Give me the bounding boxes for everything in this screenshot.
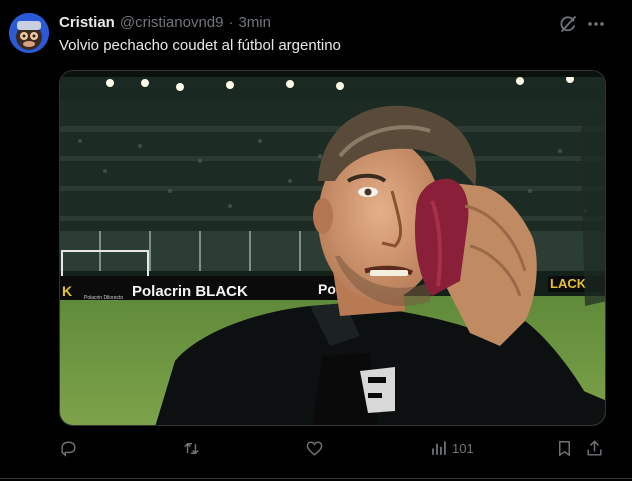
ad-board-small: Polacrin Dilorecto [84,295,123,301]
reply-icon [61,440,76,457]
views-count: 101 [452,440,474,456]
ad-board-4: LACK [550,276,587,291]
ad-board-2: Polacrin BLACK [132,283,248,300]
author-handle[interactable]: @cristianovnd9 [120,14,224,31]
tweet-header: Cristian @cristianovnd9 · 3min [59,14,271,34]
share-icon [587,440,602,456]
avatar[interactable] [9,13,49,53]
author-name[interactable]: Cristian [59,14,115,31]
ad-board-1: K [62,283,72,299]
bookmark-button[interactable] [555,437,574,459]
tweet-actions: 101 [59,437,606,461]
tweet[interactable]: Cristian @cristianovnd9 · 3min Volvio pe… [0,0,632,481]
views-button[interactable]: 101 [429,437,474,459]
tweet-media-photo[interactable]: K Polacrin BLACK Polacrin Dilorecto Pol … [59,70,606,426]
retweet-button[interactable] [182,437,201,459]
reply-button[interactable] [59,437,78,459]
grok-icon[interactable] [558,14,578,34]
bookmark-icon [559,440,570,456]
views-icon [432,440,446,455]
like-button[interactable] [305,437,324,459]
tweet-timestamp[interactable]: 3min [238,14,271,31]
share-button[interactable] [585,437,604,459]
retweet-icon [184,442,199,454]
separator-dot: · [228,14,234,31]
like-icon [306,440,323,456]
tweet-divider [0,478,632,479]
more-icon[interactable] [585,14,607,34]
tweet-text: Volvio pechacho coudet al fútbol argenti… [59,37,341,54]
